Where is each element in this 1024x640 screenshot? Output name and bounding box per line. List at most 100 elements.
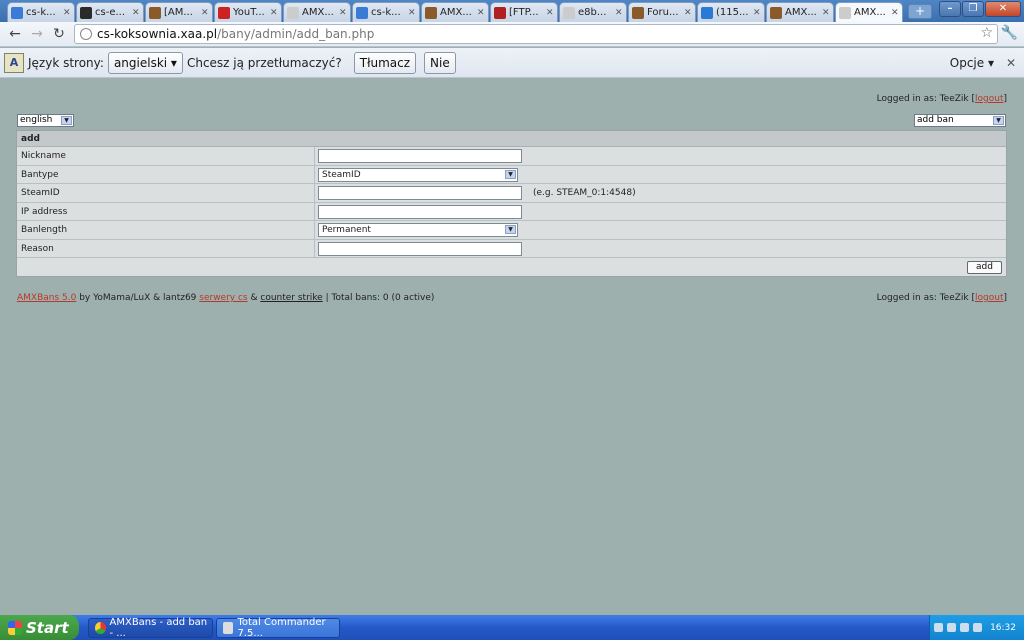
tab-label: AMX...: [785, 7, 817, 18]
tab-close-icon[interactable]: ✕: [615, 8, 623, 18]
chevron-down-icon: ▼: [993, 116, 1004, 125]
no-translate-button[interactable]: Nie: [424, 51, 456, 74]
form-row-steamid: SteamID (e.g. STEAM_0:1:4548): [17, 184, 1006, 203]
ip-address-input[interactable]: [318, 204, 522, 219]
translate-question: Chcesz ją przetłumaczyć?: [186, 55, 342, 70]
field-label: Nickname: [21, 151, 66, 161]
column-divider: [314, 221, 315, 239]
clock: 16:32: [990, 622, 1016, 633]
language-select-value: english: [20, 115, 53, 125]
tab-label: YouT...: [233, 7, 265, 18]
tab-close-icon[interactable]: ✕: [63, 8, 71, 18]
form-row-reason: Reason: [17, 239, 1006, 258]
bookmark-star-icon[interactable]: ☆: [980, 25, 993, 41]
wrench-icon[interactable]: 🔧: [1001, 25, 1018, 41]
tab-close-icon[interactable]: ✕: [546, 8, 554, 18]
logout-link-top[interactable]: logout: [975, 94, 1003, 104]
translate-lang-select[interactable]: angielski ▾: [107, 51, 183, 74]
soldier-icon: [770, 6, 782, 19]
address-bar[interactable]: cs-koksownia.xaa.pl /bany/admin/add_ban.…: [74, 24, 998, 44]
forward-icon[interactable]: →: [28, 25, 46, 43]
chevron-down-icon: ▼: [61, 116, 72, 125]
translate-button[interactable]: Tłumacz: [353, 51, 417, 74]
tab-close-icon[interactable]: ✕: [684, 8, 692, 18]
tab-label: cs-k...: [371, 7, 401, 18]
servers-link[interactable]: serwery cs: [199, 293, 247, 303]
taskbar-item-browser[interactable]: AMXBans - add ban - ...: [88, 617, 213, 639]
tab-close-icon[interactable]: ✕: [753, 8, 761, 18]
tab-5[interactable]: cs-k... ✕: [352, 2, 420, 22]
tray-icon[interactable]: [960, 623, 970, 632]
tab-close-icon[interactable]: ✕: [408, 8, 416, 18]
translate-lang-label: Język strony:: [28, 55, 104, 70]
add-button[interactable]: add: [967, 261, 1002, 274]
tab-close-icon[interactable]: ✕: [339, 8, 347, 18]
language-select[interactable]: english ▼: [17, 114, 74, 127]
login-suffix: ]: [1003, 293, 1007, 303]
start-label: Start: [26, 618, 69, 637]
page-content: Logged in as: TeeZik [logout] english ▼ …: [0, 79, 1024, 615]
nickname-input[interactable]: [318, 149, 522, 163]
taskbar-item-total-commander[interactable]: Total Commander 7.5...: [216, 617, 340, 639]
tab-12[interactable]: AMX... ✕: [835, 2, 903, 22]
maximize-button[interactable]: ❐: [962, 1, 984, 17]
footer-total: | Total bans: 0 (0 active): [322, 293, 435, 303]
column-divider: [314, 202, 315, 220]
action-select[interactable]: add ban ▼: [914, 114, 1006, 127]
tab-close-icon[interactable]: ✕: [822, 8, 830, 18]
site-icon: [80, 6, 92, 19]
close-window-button[interactable]: ✕: [985, 1, 1021, 17]
column-divider: [314, 147, 315, 165]
tab-3[interactable]: YouT... ✕: [214, 2, 282, 22]
banlength-select[interactable]: Permanent ▼: [318, 223, 518, 237]
reload-icon[interactable]: ↻: [50, 25, 68, 43]
tab-1[interactable]: cs-e... ✕: [76, 2, 144, 22]
tab-close-icon[interactable]: ✕: [270, 8, 278, 18]
tab-0[interactable]: cs-k... ✕: [7, 2, 75, 22]
translate-options-label: Opcje: [949, 55, 985, 70]
tab-close-icon[interactable]: ✕: [132, 8, 140, 18]
new-tab-button[interactable]: +: [908, 4, 932, 19]
tray-icon[interactable]: [934, 623, 944, 632]
minimize-button[interactable]: –: [939, 1, 961, 17]
tab-9[interactable]: Foru... ✕: [628, 2, 696, 22]
soldier-icon: [149, 6, 161, 19]
tab-close-icon[interactable]: ✕: [201, 8, 209, 18]
tab-4[interactable]: AMX... ✕: [283, 2, 351, 22]
reason-input[interactable]: [318, 241, 522, 256]
translate-options[interactable]: Opcje ▾: [950, 56, 994, 70]
page-globe-icon: [80, 28, 92, 40]
tab-label: AMX...: [440, 7, 472, 18]
tab-close-icon[interactable]: ✕: [891, 8, 899, 18]
tray-icon[interactable]: [947, 623, 957, 632]
bantype-select[interactable]: SteamID ▼: [318, 167, 518, 182]
tab-2[interactable]: [AM... ✕: [145, 2, 213, 22]
tab-6[interactable]: AMX... ✕: [421, 2, 489, 22]
tab-11[interactable]: AMX... ✕: [766, 2, 834, 22]
back-icon[interactable]: ←: [6, 25, 24, 43]
system-tray: 16:32: [929, 615, 1024, 640]
steamid-input[interactable]: [318, 186, 522, 200]
tray-icon[interactable]: [973, 623, 983, 632]
tab-close-icon[interactable]: ✕: [477, 8, 485, 18]
page-icon: [839, 6, 851, 19]
close-translate-icon[interactable]: ✕: [1006, 56, 1016, 70]
ftp-icon: [494, 6, 506, 19]
counter-strike-link[interactable]: counter strike: [260, 293, 322, 303]
tab-label: [AM...: [164, 7, 193, 18]
amxbans-link[interactable]: AMXBans 5.0: [17, 293, 76, 303]
login-text: Logged in as: TeeZik [: [876, 293, 976, 303]
form-row-ip-address: IP address: [17, 202, 1006, 221]
tab-8[interactable]: e8b... ✕: [559, 2, 627, 22]
field-label: Banlength: [21, 225, 68, 235]
url-path: /bany/admin/add_ban.php: [217, 27, 375, 41]
translate-icon: A: [4, 52, 24, 73]
start-button[interactable]: Start: [0, 615, 79, 640]
field-value: Permanent: [322, 225, 371, 235]
tab-10[interactable]: (115... ✕: [697, 2, 765, 22]
tab-7[interactable]: [FTP... ✕: [490, 2, 558, 22]
tab-label: e8b...: [578, 7, 607, 18]
add-ban-form: add Nickname Bantype SteamID ▼ SteamID (e.g. …: [16, 130, 1007, 277]
logout-link-bottom[interactable]: logout: [975, 293, 1003, 303]
tab-label: cs-e...: [95, 7, 126, 18]
